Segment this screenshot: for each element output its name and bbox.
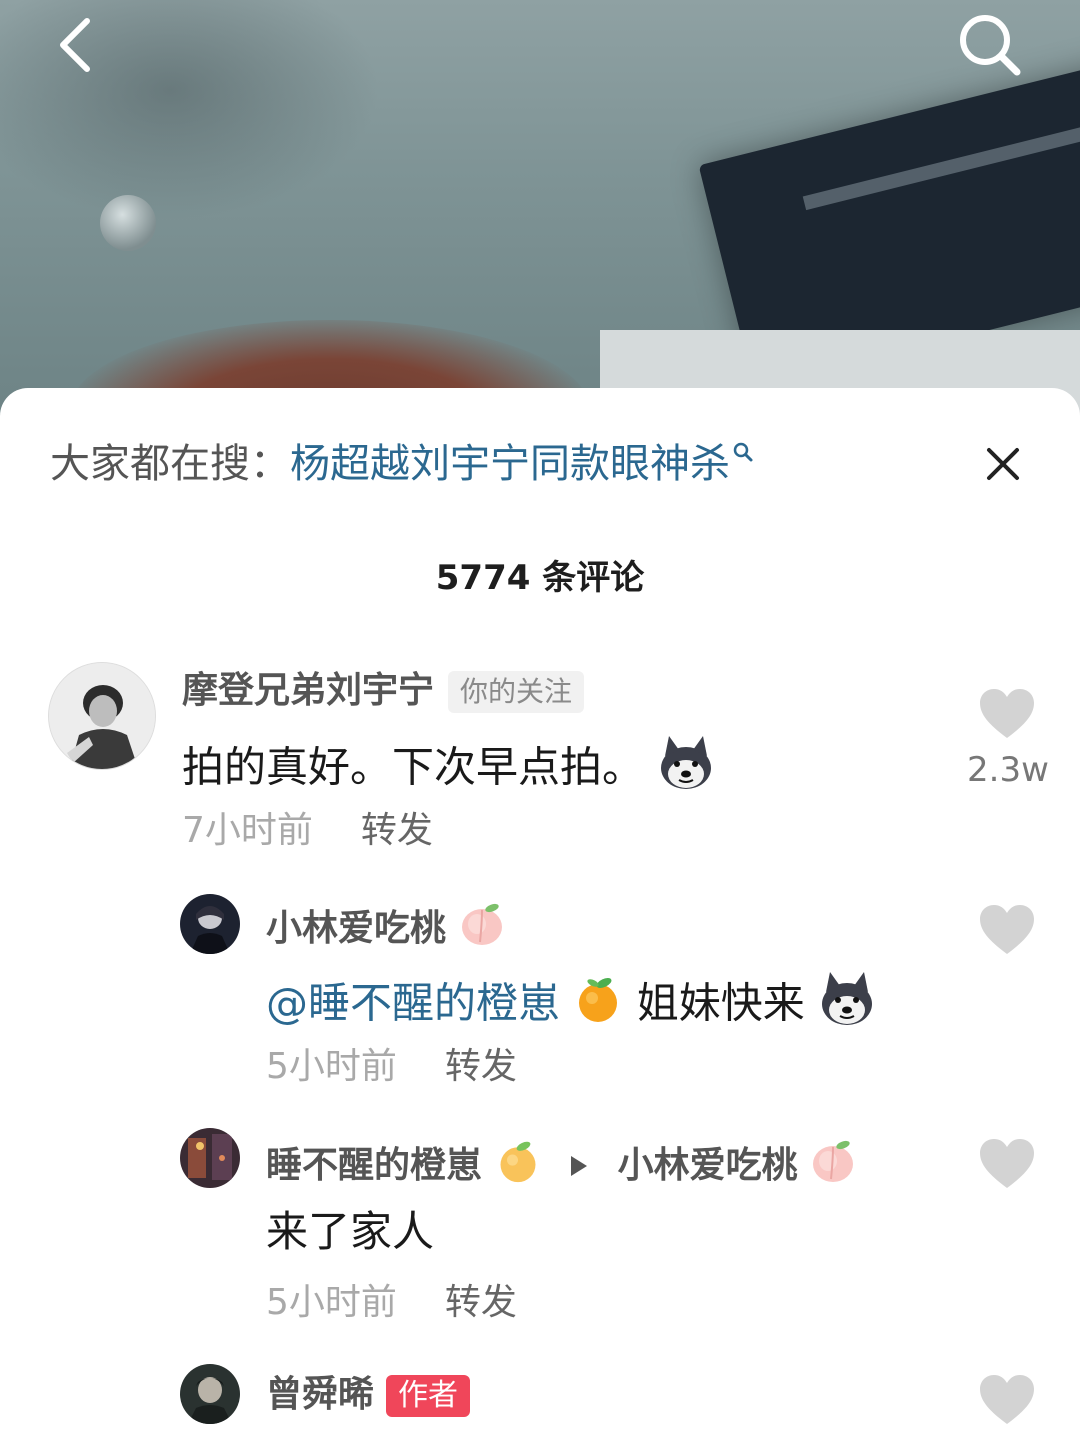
- husky-emoji-icon: [657, 734, 715, 806]
- search-button[interactable]: [955, 10, 1025, 80]
- reply-username[interactable]: 小林爱吃桃: [266, 902, 505, 958]
- reply-meta: 5小时前 转发: [266, 1044, 517, 1090]
- tangerine-emoji-icon: [495, 1138, 541, 1196]
- comment-sheet: 大家都在搜：杨超越刘宇宁同款眼神杀 5774 条评论 摩登兄弟刘宇宁 你的关注 拍…: [0, 388, 1080, 1439]
- like-button[interactable]: [978, 904, 1038, 960]
- reply-to-username[interactable]: 小林爱吃桃: [618, 1145, 798, 1186]
- heart-icon: [980, 1139, 1034, 1188]
- peach-emoji-icon: [810, 1139, 856, 1195]
- reply-username[interactable]: 曾舜晞 作者: [266, 1372, 471, 1418]
- like-button[interactable]: [978, 1138, 1038, 1194]
- search-icon: [960, 15, 1021, 76]
- reply-arrow-icon: [569, 1144, 589, 1190]
- avatar[interactable]: [48, 662, 156, 770]
- tangerine-emoji-icon: [573, 974, 623, 1038]
- like-count: 2.3w: [967, 750, 1049, 790]
- close-button[interactable]: [975, 436, 1031, 492]
- reply-meta: 5小时前 转发: [266, 1280, 517, 1326]
- small-search-icon: [733, 442, 753, 462]
- avatar[interactable]: [180, 894, 240, 954]
- reply-username[interactable]: 睡不醒的橙崽 小林爱吃桃: [266, 1138, 856, 1196]
- hot-search-topic[interactable]: 杨超越刘宇宁同款眼神杀: [290, 441, 730, 487]
- comment-meta: 7小时前 转发: [182, 808, 433, 854]
- comment-text: 拍的真好。下次早点拍。: [182, 734, 715, 806]
- reply-time: 5小时前: [266, 1046, 397, 1087]
- mention-link[interactable]: @睡不醒的橙崽: [266, 979, 560, 1028]
- like-button[interactable]: [978, 688, 1038, 744]
- avatar[interactable]: [180, 1128, 240, 1188]
- following-badge: 你的关注: [448, 671, 585, 713]
- hot-search-bar[interactable]: 大家都在搜：杨超越刘宇宁同款眼神杀: [50, 436, 754, 492]
- heart-icon: [980, 905, 1034, 954]
- avatar[interactable]: [180, 1364, 240, 1424]
- reply-text: @睡不醒的橙崽 姐妹快来: [266, 970, 876, 1042]
- back-button[interactable]: [40, 10, 110, 80]
- author-badge: 作者: [386, 1375, 471, 1417]
- reply-time: 5小时前: [266, 1282, 397, 1323]
- close-icon: [987, 448, 1019, 480]
- reply-text: 来了家人: [266, 1207, 435, 1256]
- comment-count: 5774 条评论: [435, 558, 645, 598]
- hot-search-prefix: 大家都在搜：: [50, 441, 290, 487]
- comment-username[interactable]: 摩登兄弟刘宇宁 你的关注: [182, 668, 585, 714]
- peach-emoji-icon: [459, 902, 505, 958]
- like-button[interactable]: [978, 1374, 1038, 1430]
- share-button[interactable]: 转发: [445, 1282, 517, 1323]
- heart-icon: [980, 689, 1034, 738]
- husky-emoji-icon: [818, 970, 876, 1042]
- video-background: [0, 0, 1080, 420]
- heart-icon: [980, 1375, 1034, 1424]
- comment-time: 7小时前: [182, 810, 313, 851]
- chevron-left-icon: [60, 18, 90, 72]
- share-button[interactable]: 转发: [361, 810, 433, 851]
- share-button[interactable]: 转发: [445, 1046, 517, 1087]
